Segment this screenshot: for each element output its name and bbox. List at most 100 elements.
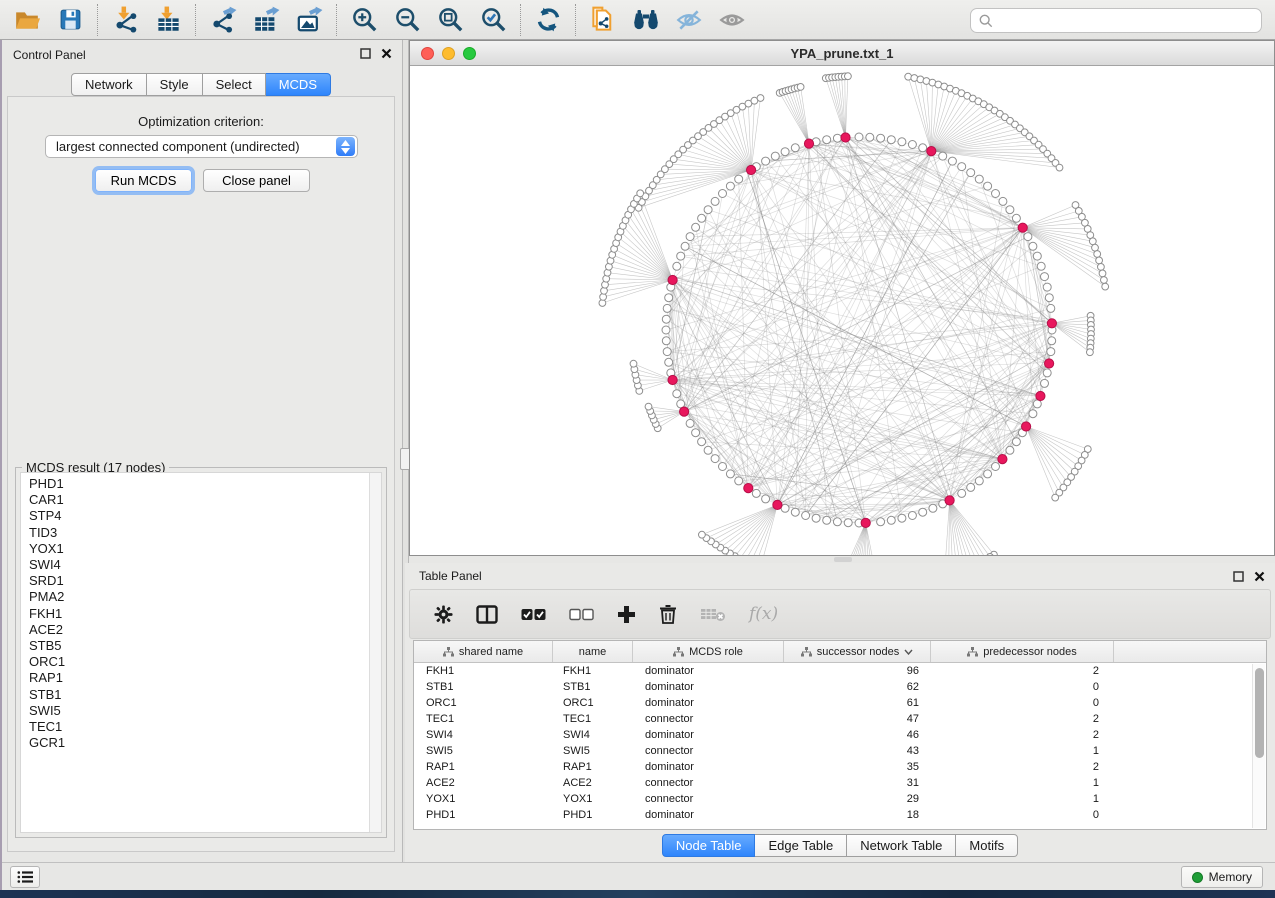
graph-node[interactable]: [823, 516, 831, 524]
graph-leaf-node[interactable]: [630, 360, 637, 367]
table-row[interactable]: SWI4SWI4dominator462: [414, 727, 1266, 743]
refresh-layout-button[interactable]: [534, 6, 562, 34]
export-table-button[interactable]: [252, 6, 280, 34]
column-header-shared-name[interactable]: shared name: [414, 641, 553, 662]
graph-leaf-node[interactable]: [645, 403, 652, 410]
graph-node[interactable]: [1045, 294, 1053, 302]
graph-node[interactable]: [929, 504, 937, 512]
graph-node[interactable]: [662, 315, 670, 323]
mcds-result-item[interactable]: TID3: [21, 525, 381, 541]
graph-node[interactable]: [1043, 283, 1051, 291]
mcds-hub-node[interactable]: [1047, 319, 1056, 328]
table-row[interactable]: YOX1YOX1connector291: [414, 791, 1266, 807]
mcds-hub-node[interactable]: [747, 165, 756, 174]
graph-leaf-node[interactable]: [1052, 494, 1059, 501]
horizontal-splitter[interactable]: [409, 556, 1275, 563]
mcds-result-item[interactable]: PMA2: [21, 589, 381, 605]
mcds-hub-node[interactable]: [744, 484, 753, 493]
graph-node[interactable]: [1012, 438, 1020, 446]
graph-node[interactable]: [1029, 242, 1037, 250]
graph-node[interactable]: [665, 294, 673, 302]
graph-node[interactable]: [681, 242, 689, 250]
graph-node[interactable]: [975, 175, 983, 183]
table-settings-gear-icon[interactable]: [434, 605, 453, 624]
graph-node[interactable]: [999, 197, 1007, 205]
graph-leaf-node[interactable]: [1096, 257, 1103, 264]
import-table-button[interactable]: [154, 6, 182, 34]
graph-node[interactable]: [1029, 410, 1037, 418]
mcds-hub-node[interactable]: [945, 496, 954, 505]
graph-node[interactable]: [781, 148, 789, 156]
table-row[interactable]: FKH1FKH1dominator962: [414, 663, 1266, 679]
graph-node[interactable]: [719, 463, 727, 471]
graph-node[interactable]: [686, 419, 694, 427]
mcds-result-item[interactable]: YOX1: [21, 541, 381, 557]
search-network-button[interactable]: [632, 6, 660, 34]
graph-node[interactable]: [1041, 273, 1049, 281]
graph-leaf-node[interactable]: [1099, 270, 1106, 277]
graph-leaf-node[interactable]: [1089, 238, 1096, 245]
graph-node[interactable]: [711, 455, 719, 463]
graph-node[interactable]: [771, 152, 779, 160]
maximize-window-button[interactable]: [463, 47, 476, 60]
mcds-hub-node[interactable]: [804, 139, 813, 148]
run-mcds-button[interactable]: Run MCDS: [95, 169, 192, 192]
mcds-hub-node[interactable]: [998, 455, 1007, 464]
mcds-hub-node[interactable]: [861, 518, 870, 527]
function-builder-button[interactable]: f(x): [749, 604, 778, 624]
zoom-out-button[interactable]: [393, 6, 421, 34]
mcds-hub-node[interactable]: [841, 133, 850, 142]
mcds-hub-node[interactable]: [668, 275, 677, 284]
delete-column-trash-icon[interactable]: [659, 604, 677, 624]
graph-node[interactable]: [692, 223, 700, 231]
mcds-hub-node[interactable]: [927, 147, 936, 156]
memory-button[interactable]: Memory: [1181, 866, 1263, 888]
table-row[interactable]: TEC1TEC1connector472: [414, 711, 1266, 727]
graph-node[interactable]: [663, 304, 671, 312]
mcds-result-item[interactable]: STB5: [21, 638, 381, 654]
tab-mcds[interactable]: MCDS: [266, 73, 331, 96]
graph-node[interactable]: [673, 262, 681, 270]
table-row[interactable]: STB1STB1dominator620: [414, 679, 1266, 695]
graph-node[interactable]: [919, 508, 927, 516]
graph-node[interactable]: [1033, 252, 1041, 260]
tab-network[interactable]: Network: [71, 73, 147, 96]
mcds-hub-node[interactable]: [1036, 391, 1045, 400]
column-header-MCDS-role[interactable]: MCDS role: [633, 641, 784, 662]
export-image-button[interactable]: [295, 6, 323, 34]
graph-node[interactable]: [698, 214, 706, 222]
show-all-button[interactable]: [718, 6, 746, 34]
graph-node[interactable]: [812, 514, 820, 522]
graph-node[interactable]: [984, 470, 992, 478]
mcds-result-item[interactable]: GCR1: [21, 735, 381, 751]
zoom-in-button[interactable]: [350, 6, 378, 34]
mcds-hub-node[interactable]: [773, 500, 782, 509]
graph-leaf-node[interactable]: [1098, 264, 1105, 271]
column-header-successor-nodes[interactable]: successor nodes: [784, 641, 931, 662]
mcds-result-item[interactable]: SWI5: [21, 703, 381, 719]
graph-leaf-node[interactable]: [1087, 349, 1094, 356]
graph-node[interactable]: [692, 429, 700, 437]
global-search[interactable]: [970, 8, 1262, 33]
search-input[interactable]: [999, 14, 1253, 28]
mcds-result-item[interactable]: SWI4: [21, 557, 381, 573]
graph-node[interactable]: [919, 144, 927, 152]
close-panel-icon[interactable]: [381, 48, 392, 59]
graph-node[interactable]: [887, 136, 895, 144]
graph-node[interactable]: [704, 446, 712, 454]
graph-node[interactable]: [958, 489, 966, 497]
graph-node[interactable]: [752, 489, 760, 497]
splitter-grip[interactable]: [834, 557, 852, 562]
graph-node[interactable]: [762, 157, 770, 165]
mcds-result-list[interactable]: PHD1CAR1STP4TID3YOX1SWI4SRD1PMA2FKH1ACE2…: [20, 472, 382, 833]
close-panel-icon[interactable]: [1254, 571, 1265, 582]
table-row[interactable]: ACE2ACE2connector311: [414, 775, 1266, 791]
graph-node[interactable]: [975, 477, 983, 485]
graph-leaf-node[interactable]: [1102, 283, 1109, 290]
network-graph[interactable]: [410, 66, 1274, 555]
float-panel-icon[interactable]: [1233, 571, 1244, 582]
graph-node[interactable]: [984, 182, 992, 190]
graph-node[interactable]: [698, 438, 706, 446]
mcds-result-item[interactable]: RAP1: [21, 670, 381, 686]
column-header-predecessor-nodes[interactable]: predecessor nodes: [931, 641, 1114, 662]
